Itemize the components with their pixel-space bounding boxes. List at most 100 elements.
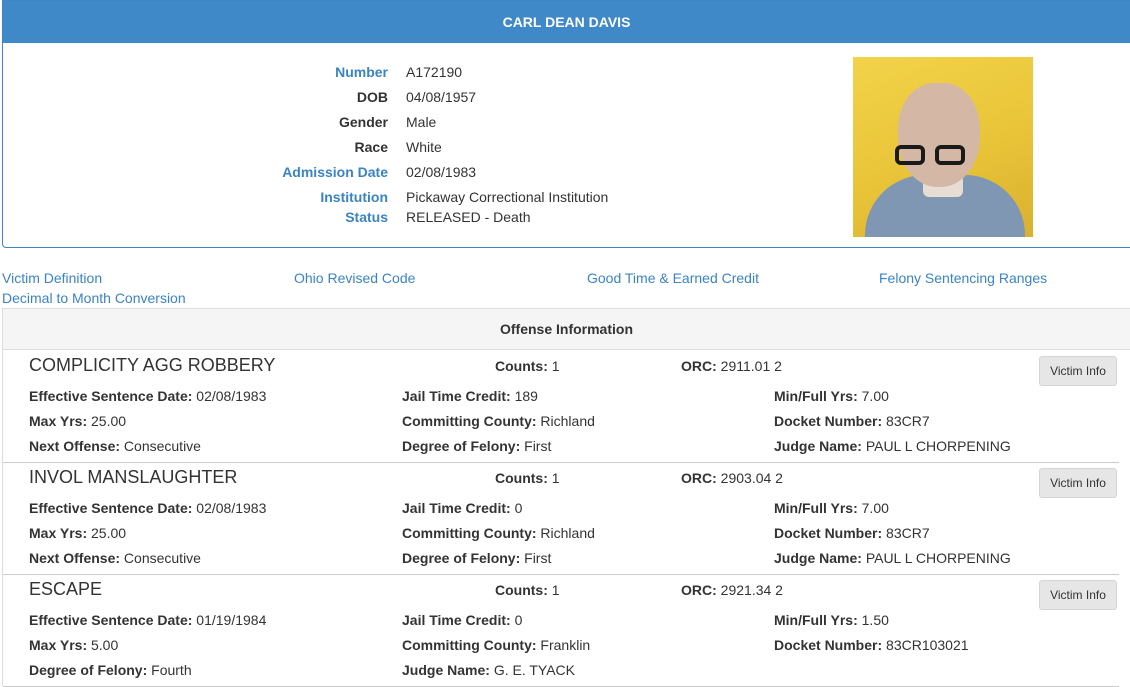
orc-label: ORC: (681, 470, 717, 486)
detail-label-institution[interactable]: Institution (3, 187, 388, 207)
next-offense-value: Consecutive (123, 550, 201, 566)
counts-label: Counts: (495, 470, 548, 486)
docket-value: 83CR7 (886, 525, 930, 541)
jail-credit-label: Jail Time Credit: (402, 388, 511, 404)
offense-orc: ORC: 2921.34 2 (681, 580, 783, 600)
counts-label: Counts: (495, 582, 548, 598)
offense-next: Next Offense: Consecutive (29, 548, 201, 568)
detail-value-admission-date: 02/08/1983 (406, 164, 477, 180)
offense-orc: ORC: 2911.01 2 (681, 356, 782, 376)
detail-label-number[interactable]: Number (3, 62, 388, 82)
offense-min-full: Min/Full Yrs: 1.50 (774, 610, 889, 630)
max-yrs-label: Max Yrs: (29, 637, 88, 653)
link-ohio-revised-code[interactable]: Ohio Revised Code (294, 268, 415, 288)
offense-max-yrs: Max Yrs: 25.00 (29, 523, 126, 543)
county-value: Franklin (540, 637, 591, 653)
offense-docket: Docket Number: 83CR7 (774, 523, 930, 543)
degree-value: First (524, 438, 552, 454)
county-label: Committing County: (402, 413, 537, 429)
judge-value: PAUL L CHORPENING (865, 550, 1011, 566)
counts-value: 1 (551, 582, 560, 598)
offense-title: ESCAPE (29, 579, 103, 599)
link-decimal-to-month[interactable]: Decimal to Month Conversion (2, 288, 186, 308)
detail-value-status: RELEASED - Death (406, 209, 531, 225)
photo-glasses (895, 145, 969, 167)
eff-date-value: 01/19/1984 (196, 612, 267, 628)
docket-value: 83CR7 (886, 413, 930, 429)
min-full-value: 7.00 (861, 388, 889, 404)
docket-value: 83CR103021 (886, 637, 969, 653)
link-good-time-earned-credit[interactable]: Good Time & Earned Credit (587, 268, 759, 288)
county-value: Richland (540, 413, 595, 429)
photo-head (898, 83, 980, 187)
offense-panel: Offense Information COMPLICITY AGG ROBBE… (2, 308, 1130, 687)
orc-value: 2921.34 2 (720, 582, 783, 598)
offense-max-yrs: Max Yrs: 25.00 (29, 411, 126, 431)
eff-date-value: 02/08/1983 (196, 500, 267, 516)
offense-panel-title: Offense Information (3, 309, 1130, 350)
docket-label: Docket Number: (774, 525, 883, 541)
jail-credit-label: Jail Time Credit: (402, 612, 511, 628)
offense-eff-date: Effective Sentence Date: 02/08/1983 (29, 498, 266, 518)
offense-eff-date: Effective Sentence Date: 01/19/1984 (29, 610, 266, 630)
min-full-label: Min/Full Yrs: (774, 388, 858, 404)
offense-county: Committing County: Richland (402, 411, 595, 431)
jail-credit-value: 189 (514, 388, 538, 404)
degree-label: Degree of Felony: (29, 662, 148, 678)
link-felony-sentencing-ranges[interactable]: Felony Sentencing Ranges (879, 268, 1047, 288)
offense-degree: Degree of Felony: Fourth (29, 660, 192, 680)
docket-label: Docket Number: (774, 637, 883, 653)
orc-value: 2903.04 2 (720, 470, 783, 486)
next-offense-label: Next Offense: (29, 550, 121, 566)
jail-credit-value: 0 (514, 612, 523, 628)
judge-label: Judge Name: (774, 550, 862, 566)
county-value: Richland (540, 525, 595, 541)
detail-label-status[interactable]: Status (3, 207, 388, 227)
link-victim-definition[interactable]: Victim Definition (2, 268, 102, 288)
offense-min-full: Min/Full Yrs: 7.00 (774, 386, 889, 406)
photo-lens-left (895, 145, 925, 165)
degree-value: First (524, 550, 552, 566)
min-full-value: 7.00 (861, 500, 889, 516)
offense-title: INVOL MANSLAUGHTER (29, 467, 238, 487)
detail-label-admission-date[interactable]: Admission Date (3, 162, 388, 182)
max-yrs-label: Max Yrs: (29, 413, 88, 429)
detail-value-dob: 04/08/1957 (406, 89, 477, 105)
eff-date-label: Effective Sentence Date: (29, 612, 193, 628)
offense-min-full: Min/Full Yrs: 7.00 (774, 498, 889, 518)
offense-max-yrs: Max Yrs: 5.00 (29, 635, 118, 655)
eff-date-label: Effective Sentence Date: (29, 388, 193, 404)
offense-counts: Counts: 1 (495, 468, 560, 488)
eff-date-label: Effective Sentence Date: (29, 500, 193, 516)
victim-info-button[interactable]: Victim Info (1039, 580, 1117, 610)
detail-value-institution: Pickaway Correctional Institution (406, 189, 609, 205)
offense-next: Next Offense: Consecutive (29, 436, 201, 456)
offense-judge: Judge Name: G. E. TYACK (402, 660, 575, 680)
offense-docket: Docket Number: 83CR103021 (774, 635, 969, 655)
victim-info-button[interactable]: Victim Info (1039, 356, 1117, 386)
offense-jail-credit: Jail Time Credit: 189 (402, 386, 538, 406)
judge-label: Judge Name: (774, 438, 862, 454)
detail-value-number: A172190 (406, 64, 463, 80)
inmate-name-header: CARL DEAN DAVIS (3, 1, 1130, 43)
judge-value: G. E. TYACK (493, 662, 575, 678)
judge-label: Judge Name: (402, 662, 490, 678)
degree-value: Fourth (151, 662, 192, 678)
orc-value: 2911.01 2 (720, 358, 782, 374)
next-offense-value: Consecutive (123, 438, 201, 454)
county-label: Committing County: (402, 637, 537, 653)
next-offense-label: Next Offense: (29, 438, 121, 454)
offense-county: Committing County: Richland (402, 523, 595, 543)
offense-jail-credit: Jail Time Credit: 0 (402, 610, 522, 630)
min-full-label: Min/Full Yrs: (774, 500, 858, 516)
detail-label-gender: Gender (338, 114, 388, 130)
max-yrs-value: 5.00 (91, 637, 119, 653)
detail-label-dob: DOB (356, 89, 388, 105)
counts-value: 1 (551, 358, 560, 374)
victim-info-button[interactable]: Victim Info (1039, 468, 1117, 498)
jail-credit-value: 0 (514, 500, 523, 516)
offense-title: COMPLICITY AGG ROBBERY (29, 355, 276, 375)
max-yrs-label: Max Yrs: (29, 525, 88, 541)
offense-degree: Degree of Felony: First (402, 436, 551, 456)
offense-counts: Counts: 1 (495, 580, 560, 600)
